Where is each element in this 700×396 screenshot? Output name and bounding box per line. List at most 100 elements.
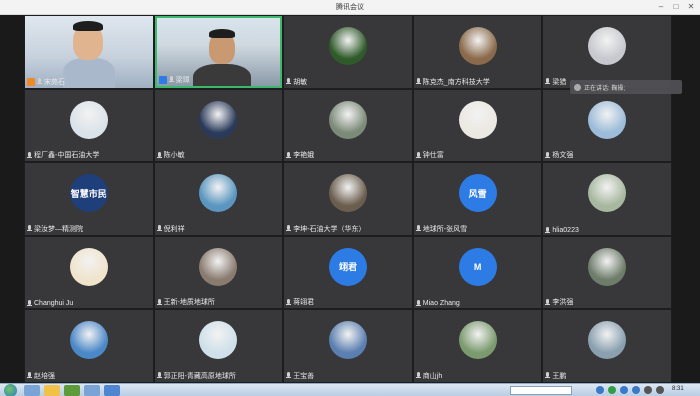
taskbar-app-icon[interactable]	[64, 385, 80, 396]
avatar-initials: 智慧市民	[70, 188, 107, 199]
microphone-icon	[415, 300, 421, 307]
participant-name-label: 地球所-张风雪	[422, 225, 468, 233]
microphone-icon	[156, 225, 162, 232]
taskbar-app-icon[interactable]	[104, 385, 120, 396]
participant-avatar	[199, 247, 238, 286]
participant-tile[interactable]: 郭正阳-青藏高原地球所	[154, 310, 283, 382]
microphone-icon	[37, 78, 42, 85]
participant-tile[interactable]: 梁猎	[543, 16, 671, 88]
participant-name-label: 梁汝梦—精测院	[34, 225, 83, 233]
microphone-icon	[286, 372, 292, 379]
participant-tile[interactable]: 宋苑石	[25, 16, 153, 88]
microphone-icon	[415, 225, 421, 232]
participant-avatar: 风雪	[458, 174, 497, 213]
participant-tile[interactable]: Changhui Ju	[25, 236, 153, 309]
participant-name: 梁汝梦—精测院	[27, 224, 83, 234]
participant-tile[interactable]: hlia0223	[543, 163, 671, 235]
participant-name-label: Miao Zhang	[422, 300, 460, 308]
participant-avatar	[69, 247, 108, 286]
participant-name-label: hlia0223	[552, 226, 579, 234]
tray-icon[interactable]	[644, 386, 652, 394]
participant-tile[interactable]: 陈克杰_南方科技大学	[413, 16, 542, 88]
avatar-initials: 风雪	[468, 188, 487, 199]
participant-name-label: 钟仕富	[422, 152, 444, 160]
participant-tile[interactable]: 李艳娥	[284, 89, 412, 162]
participant-avatar	[328, 321, 367, 360]
participant-tile[interactable]: 李洪强	[543, 236, 671, 309]
participant-avatar	[588, 247, 627, 286]
minimize-icon[interactable]: –	[655, 1, 667, 13]
taskbar-app-icon[interactable]	[44, 385, 60, 396]
taskbar-app-icon[interactable]	[24, 385, 40, 396]
participant-avatar	[458, 27, 497, 65]
participant-name: 倪利祥	[156, 224, 185, 234]
microphone-icon	[286, 78, 292, 85]
taskbar: 8:31	[0, 383, 700, 396]
participant-avatar: M	[458, 247, 497, 286]
participant-tile[interactable]: 赵培强	[25, 310, 153, 382]
participant-avatar: 翊君	[328, 247, 367, 286]
participant-tile[interactable]: 王宝善	[284, 310, 412, 382]
taskbar-search-input[interactable]	[510, 386, 572, 395]
participant-name: 李艳娥	[286, 150, 314, 160]
participant-name: 梁璋	[158, 75, 190, 85]
participant-tile[interactable]: 程厂鑫-中国石油大学	[25, 89, 153, 162]
participant-tile[interactable]: 梁璋	[154, 16, 283, 88]
participant-avatar: 智慧市民	[69, 174, 108, 213]
tray-icon[interactable]	[608, 386, 616, 394]
participant-avatar	[199, 100, 238, 139]
participant-tile[interactable]: 翊君蒋翊君	[284, 236, 412, 309]
microphone-icon	[545, 372, 551, 379]
participant-name: 王宝善	[286, 371, 314, 381]
participant-name: 宋苑石	[27, 77, 65, 87]
tray-icon[interactable]	[656, 386, 664, 394]
participant-name: 商山jh	[415, 371, 443, 381]
participant-tile[interactable]: 风雪地球所-张风雪	[413, 163, 542, 235]
participant-avatar	[328, 27, 367, 65]
participant-tile[interactable]: M Miao Zhang	[413, 236, 542, 309]
right-margin	[672, 15, 700, 383]
microphone-icon	[27, 151, 32, 159]
participant-name-label: 李坤-石油大学（华东）	[293, 225, 366, 233]
participant-name: 梁猎	[545, 77, 566, 87]
tray-icon[interactable]	[620, 386, 628, 394]
participant-avatar	[328, 100, 367, 139]
window-title: 腾讯会议	[336, 4, 364, 11]
tray-icon[interactable]	[632, 386, 640, 394]
participant-name: 陈小敏	[156, 150, 185, 160]
participant-tile[interactable]: 倪利祥	[154, 163, 283, 235]
participant-avatar	[588, 174, 627, 213]
participant-avatar	[588, 321, 627, 360]
participant-tile[interactable]: 钟仕富	[413, 89, 542, 162]
participant-avatar	[328, 174, 367, 213]
participant-name: Changhui Ju	[27, 300, 73, 307]
participant-name: 赵培强	[27, 371, 55, 381]
microphone-icon	[27, 300, 32, 307]
participant-tile[interactable]: 王新-地质地球所	[154, 236, 283, 309]
participant-name: Miao Zhang	[415, 300, 460, 308]
participant-gallery: 宋苑石 梁璋 胡敏 陈克杰_南方科技大学 梁猎程厂鑫-中国石油大学 陈小敏 李艳娥 钟仕富 杨文…	[24, 15, 672, 383]
avatar-initials: 翊君	[338, 262, 357, 273]
taskbar-app-icon[interactable]	[84, 385, 100, 396]
participant-name: 蒋翊君	[286, 297, 314, 307]
maximize-icon[interactable]: □	[670, 1, 682, 13]
participant-name-label: 梁猎	[552, 78, 567, 86]
participant-tile[interactable]: 智慧市民梁汝梦—精测院	[25, 163, 153, 235]
microphone-icon	[286, 151, 292, 159]
participant-name-label: 倪利祥	[163, 225, 185, 233]
participant-tile[interactable]: 杨文强	[543, 89, 671, 162]
participant-name: hlia0223	[545, 226, 579, 234]
participant-tile[interactable]: 李坤-石油大学（华东）	[284, 163, 412, 235]
close-icon[interactable]: ✕	[685, 1, 697, 13]
participant-tile[interactable]: 陈小敏	[154, 89, 283, 162]
tray-icon[interactable]	[596, 386, 604, 394]
video-hair	[208, 29, 235, 38]
participant-tile[interactable]: 胡敏	[284, 16, 412, 88]
participant-name-label: 郭正阳-青藏高原地球所	[163, 372, 236, 380]
participant-name-label: 陈克杰_南方科技大学	[422, 78, 490, 86]
participant-tile[interactable]: 商山jh	[413, 310, 542, 382]
participant-name-label: Changhui Ju	[34, 300, 74, 308]
participant-name-label: 商山jh	[422, 372, 443, 380]
start-button[interactable]	[4, 384, 17, 396]
participant-tile[interactable]: 王鹏	[543, 310, 671, 382]
